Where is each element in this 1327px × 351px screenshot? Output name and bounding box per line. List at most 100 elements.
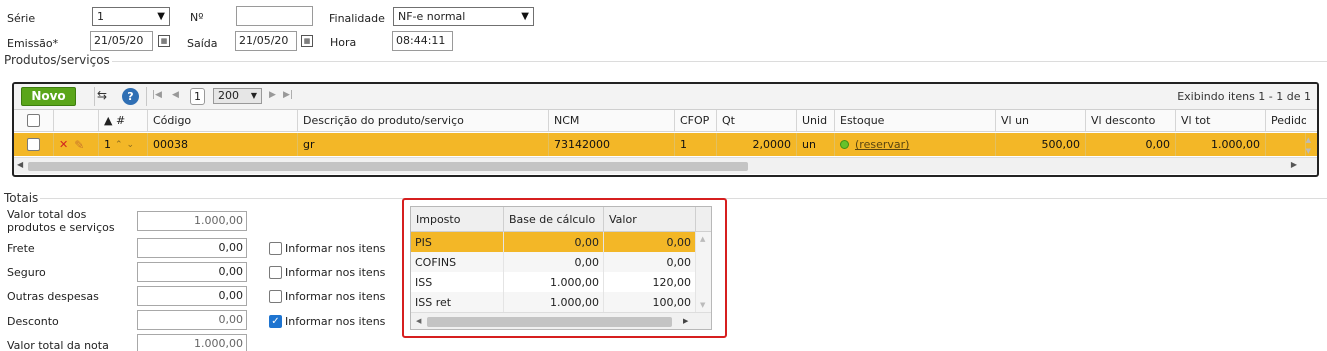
checkbox[interactable] xyxy=(269,242,282,255)
column-header-vl-tot[interactable]: Vl tot xyxy=(1176,110,1266,131)
emissao-input[interactable]: 21/05/20 xyxy=(90,31,153,51)
finalidade-value: NF-e normal xyxy=(398,10,466,23)
table-row[interactable]: COFINS 0,00 0,00 xyxy=(411,252,696,272)
valor-cell: 0,00 xyxy=(604,252,696,272)
row-vl-un[interactable]: 500,00 xyxy=(996,133,1086,156)
scrollbar-thumb[interactable] xyxy=(427,317,672,327)
finalidade-select[interactable]: NF-e normal ▼ xyxy=(393,7,534,26)
row-cfop[interactable]: 1 xyxy=(675,133,717,156)
scroll-right-arrow-icon[interactable]: ▶ xyxy=(1291,160,1297,169)
row-unid[interactable]: un xyxy=(797,133,835,156)
page-number-input[interactable]: 1 xyxy=(190,88,205,105)
row-num: 1 xyxy=(104,138,111,151)
column-header-estoque[interactable]: Estoque xyxy=(835,110,996,131)
checkbox[interactable] xyxy=(269,266,282,279)
serie-select[interactable]: 1 ▼ xyxy=(92,7,170,26)
desconto-informar-checkbox[interactable]: ✓ Informar nos itens xyxy=(269,315,385,328)
scroll-up-arrow-icon[interactable]: ▲ xyxy=(1306,136,1311,144)
edit-pencil-icon[interactable]: ✎ xyxy=(74,138,84,152)
select-all-checkbox-cell xyxy=(14,110,54,131)
table-row[interactable]: ISS 1.000,00 120,00 xyxy=(411,272,696,292)
calendar-icon[interactable]: ▦ xyxy=(301,35,313,47)
row-ncm[interactable]: 73142000 xyxy=(549,133,675,156)
help-icon[interactable]: ? xyxy=(122,88,139,105)
row-checkbox[interactable] xyxy=(27,138,40,151)
informar-label: Informar nos itens xyxy=(285,315,386,328)
novo-button[interactable]: Novo xyxy=(21,87,76,106)
base-cell: 0,00 xyxy=(504,252,604,272)
scroll-left-arrow-icon[interactable]: ◀ xyxy=(17,160,23,169)
scrollbar-thumb[interactable] xyxy=(28,162,748,171)
row-vl-tot[interactable]: 1.000,00 xyxy=(1176,133,1266,156)
horizontal-scrollbar[interactable]: ◀ ▶ xyxy=(411,312,711,329)
reservar-link[interactable]: (reservar) xyxy=(855,138,909,151)
chevron-down-icon: ▼ xyxy=(521,11,529,22)
row-actions: ✕ ✎ xyxy=(54,133,99,156)
valor-cell: 100,00 xyxy=(604,292,696,312)
totais-section-title: Totais xyxy=(4,191,41,205)
row-descricao[interactable]: gr xyxy=(298,133,549,156)
table-row[interactable]: PIS 0,00 0,00 xyxy=(411,232,696,252)
next-page-icon[interactable]: ▶ xyxy=(269,90,276,100)
chevron-down-icon: ▼ xyxy=(157,11,165,22)
table-row[interactable]: ISS ret 1.000,00 100,00 xyxy=(411,292,696,312)
informar-label: Informar nos itens xyxy=(285,266,386,279)
column-header-cfop[interactable]: CFOP xyxy=(675,110,717,131)
outras-despesas-input[interactable]: 0,00 xyxy=(137,286,247,306)
column-header-vl-desconto[interactable]: Vl desconto xyxy=(1086,110,1176,131)
base-cell: 1.000,00 xyxy=(504,272,604,292)
checkbox[interactable] xyxy=(269,290,282,303)
scroll-down-arrow-icon[interactable]: ▼ xyxy=(700,301,705,309)
frete-informar-checkbox[interactable]: Informar nos itens xyxy=(269,242,385,255)
valor-cell: 120,00 xyxy=(604,272,696,292)
outras-informar-checkbox[interactable]: Informar nos itens xyxy=(269,290,385,303)
column-header-codigo[interactable]: Código xyxy=(148,110,298,131)
move-down-icon[interactable]: ⌄ xyxy=(127,140,135,150)
column-header-qt[interactable]: Qt xyxy=(717,110,797,131)
hora-input[interactable]: 08:44:11 xyxy=(392,31,453,51)
column-header-pedido[interactable]: Pedido xyxy=(1266,110,1306,131)
page-size-select[interactable]: 200 ▼ xyxy=(213,88,262,104)
column-header-valor[interactable]: Valor xyxy=(604,207,696,232)
actions-header xyxy=(54,110,99,131)
frete-input[interactable]: 0,00 xyxy=(137,238,247,258)
stock-status-icon xyxy=(840,140,849,149)
scroll-right-arrow-icon[interactable]: ▶ xyxy=(683,317,688,325)
column-header-unid[interactable]: Unid xyxy=(797,110,835,131)
scroll-up-arrow-icon[interactable]: ▲ xyxy=(700,235,705,243)
row-qt[interactable]: 2,0000 xyxy=(717,133,797,156)
numero-input[interactable] xyxy=(236,6,313,26)
column-header-descricao[interactable]: Descrição do produto/serviço xyxy=(298,110,549,131)
column-header-ncm[interactable]: NCM xyxy=(549,110,675,131)
delete-icon[interactable]: ✕ xyxy=(59,138,68,151)
saida-input[interactable]: 21/05/20 xyxy=(235,31,297,51)
checkbox-checked[interactable]: ✓ xyxy=(269,315,282,328)
table-row[interactable]: ✕ ✎ 1 ⌃ ⌄ 00038 gr 73142000 1 2,0000 un … xyxy=(14,133,1317,156)
scroll-left-arrow-icon[interactable]: ◀ xyxy=(416,317,421,325)
move-up-icon[interactable]: ⌃ xyxy=(115,140,123,150)
calendar-icon[interactable]: ▦ xyxy=(158,35,170,47)
base-cell: 0,00 xyxy=(504,232,604,252)
row-pedido[interactable] xyxy=(1266,133,1306,156)
prev-page-icon[interactable]: ◀ xyxy=(172,90,179,100)
scroll-down-arrow-icon[interactable]: ▼ xyxy=(1306,147,1311,155)
column-header-vl-un[interactable]: Vl un xyxy=(996,110,1086,131)
vertical-scrollbar[interactable]: ▲ ▼ xyxy=(696,232,711,312)
seguro-informar-checkbox[interactable]: Informar nos itens xyxy=(269,266,385,279)
seguro-input[interactable]: 0,00 xyxy=(137,262,247,282)
column-header-num[interactable]: ▲ # xyxy=(99,110,148,131)
horizontal-scrollbar[interactable]: ◀ ▶ xyxy=(14,157,1317,174)
select-all-checkbox[interactable] xyxy=(27,114,40,127)
refresh-icon[interactable]: ⇆ xyxy=(97,88,107,102)
produtos-section-title: Produtos/serviços xyxy=(4,53,112,67)
row-vl-desconto[interactable]: 0,00 xyxy=(1086,133,1176,156)
saida-label: Saída xyxy=(187,37,218,50)
valor-cell: 0,00 xyxy=(604,232,696,252)
row-estoque: (reservar) xyxy=(835,133,996,156)
column-header-imposto[interactable]: Imposto xyxy=(411,207,504,232)
first-page-icon[interactable]: |◀ xyxy=(152,90,162,100)
desconto-field: 0,00 xyxy=(137,310,247,330)
row-codigo[interactable]: 00038 xyxy=(148,133,298,156)
column-header-base[interactable]: Base de cálculo xyxy=(504,207,604,232)
last-page-icon[interactable]: ▶| xyxy=(283,90,293,100)
